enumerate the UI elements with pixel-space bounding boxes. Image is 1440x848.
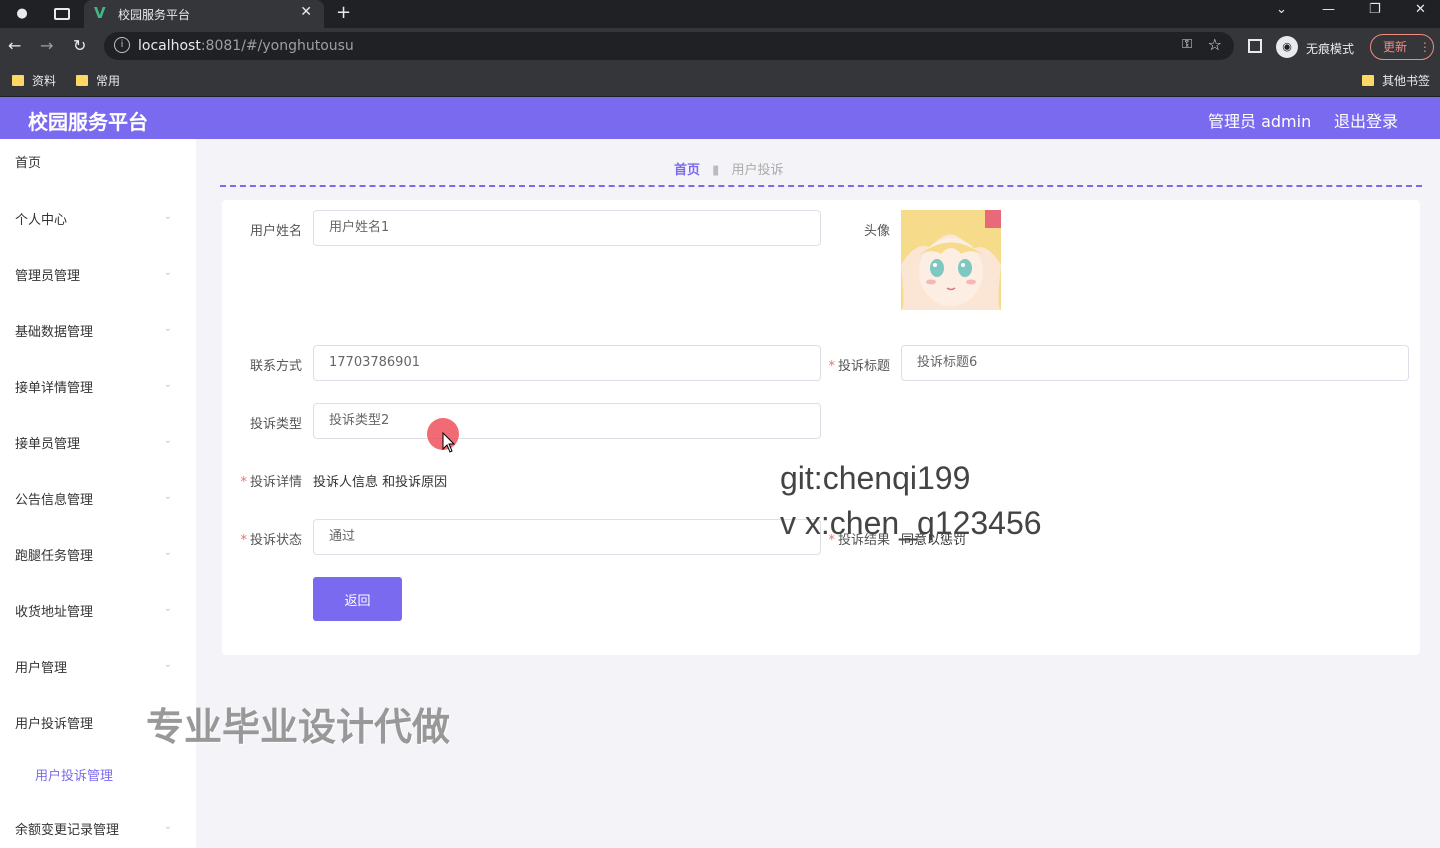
browser-tab[interactable]: V 校园服务平台 ✕ [84,0,324,28]
sidebar-subitem-complaint-manage[interactable]: 用户投诉管理 [35,765,113,784]
chevron-down-icon: ⌄ [163,267,172,278]
bookmark-folder-changyong[interactable]: 常用 [76,72,120,89]
chevron-down-icon: ⌄ [163,821,172,832]
complaint-status-field[interactable]: 通过 [313,519,821,555]
back-arrow-icon[interactable]: ← [8,36,21,55]
sidebar-item-errand[interactable]: 跑腿任务管理 ⌄ [15,545,180,564]
back-button[interactable]: 返回 [313,577,402,621]
avatar-label: 头像 [863,224,890,239]
bookmark-folder-ziliao[interactable]: 资料 [12,72,56,89]
site-info-icon[interactable]: i [114,37,130,53]
breadcrumb: 首页 ▮ 用户投诉 [674,159,783,178]
name-field[interactable]: 用户姓名1 [313,210,821,246]
sidebar-item-profile[interactable]: 个人中心 ⌄ [15,209,180,228]
tab-search-icon[interactable] [54,8,70,20]
app-header: 校园服务平台 管理员 admin 退出登录 [0,97,1440,139]
complaint-detail-label: * 投诉详情 [240,475,302,490]
sidebar-item-courier[interactable]: 接单员管理 ⌄ [15,433,180,452]
complaint-type-label: 投诉类型 [249,417,302,432]
sidebar-item-balance[interactable]: 余额变更记录管理 ⌄ [15,819,180,838]
vue-logo-icon: V [94,4,106,22]
chevron-down-icon: ⌄ [163,491,172,502]
folder-icon [12,75,24,86]
divider [220,185,1422,187]
browser-menu-icon[interactable]: ● [14,6,30,22]
sidebar-item-order-detail[interactable]: 接单详情管理 ⌄ [15,377,180,396]
close-window-icon[interactable]: ✕ [1415,2,1426,17]
password-key-icon[interactable]: ⚿ [1182,37,1192,52]
sidebar-item-address[interactable]: 收货地址管理 ⌄ [15,601,180,620]
address-bar[interactable]: i localhost:8081/#/yonghutousu ⚿ ☆ [104,32,1234,60]
complaint-type-field[interactable]: 投诉类型2 [313,403,821,439]
sidebar-item-home[interactable]: 首页 [15,152,180,171]
kebab-menu-icon[interactable]: ⋮ [1419,40,1431,54]
phone-field[interactable]: 17703786901 [313,345,821,381]
logout-link[interactable]: 退出登录 [1334,108,1398,132]
tab-title: 校园服务平台 [118,8,191,22]
forward-arrow-icon[interactable]: → [40,36,53,55]
update-button[interactable]: 更新 ⋮ [1370,34,1434,60]
close-tab-icon[interactable]: ✕ [300,4,312,20]
incognito-icon[interactable]: ◉ [1276,36,1298,58]
sidebar-item-base-data[interactable]: 基础数据管理 ⌄ [15,321,180,340]
chevron-down-icon: ⌄ [163,603,172,614]
mouse-cursor-icon [442,432,456,453]
bookmark-star-icon[interactable]: ☆ [1208,35,1222,54]
folder-icon [76,75,88,86]
chevron-down-icon: ⌄ [163,211,172,222]
bookmark-folder-other[interactable]: 其他书签 [1362,72,1430,89]
avatar-image[interactable] [901,210,1001,310]
url-text[interactable]: localhost:8081/#/yonghutousu [138,38,354,54]
incognito-label: 无痕模式 [1306,42,1355,56]
chevron-down-icon: ⌄ [163,547,172,558]
minimize-icon[interactable]: — [1322,2,1335,17]
breadcrumb-current: 用户投诉 [731,163,784,178]
current-user: 管理员 admin [1208,112,1312,131]
restore-icon[interactable]: ❐ [1369,2,1381,17]
complaint-title-field[interactable]: 投诉标题6 [901,345,1409,381]
chevron-down-icon: ⌄ [163,659,172,670]
breadcrumb-home[interactable]: 首页 [674,163,700,178]
watermark-git: git:chenqi199 [780,460,971,496]
chevron-down-icon: ⌄ [163,379,172,390]
app-title: 校园服务平台 [28,110,148,134]
chevron-down-icon: ⌄ [163,435,172,446]
tab-list-chevron-icon[interactable]: ⌄ [1276,2,1287,17]
browser-tab-strip: ● V 校园服务平台 ✕ + ⌄ — ❐ ✕ [0,0,1440,28]
sidebar-item-user[interactable]: 用户管理 ⌄ [15,657,180,676]
bookmarks-bar: 资料 常用 其他书签 [0,64,1440,97]
complaint-title-label: * 投诉标题 [828,359,890,374]
sidebar-item-notice[interactable]: 公告信息管理 ⌄ [15,489,180,508]
browser-toolbar: ← → ↻ i localhost:8081/#/yonghutousu ⚿ ☆ [0,28,1440,64]
breadcrumb-separator-icon: ▮ [712,163,720,178]
side-panel-icon[interactable] [1248,39,1262,53]
sidebar-item-admin[interactable]: 管理员管理 ⌄ [15,265,180,284]
folder-icon [1362,75,1374,86]
watermark-ad: 专业毕业设计代做 [146,705,451,749]
complaint-detail-value: 投诉人信息 和投诉原因 [313,475,448,490]
reload-icon[interactable]: ↻ [73,36,86,55]
phone-label: 联系方式 [249,359,302,374]
name-label: 用户姓名 [249,224,302,239]
watermark-vx: v x:chen_q123456 [780,505,1042,541]
chevron-down-icon: ⌄ [163,323,172,334]
new-tab-icon[interactable]: + [336,2,351,23]
complaint-status-label: * 投诉状态 [240,533,302,548]
